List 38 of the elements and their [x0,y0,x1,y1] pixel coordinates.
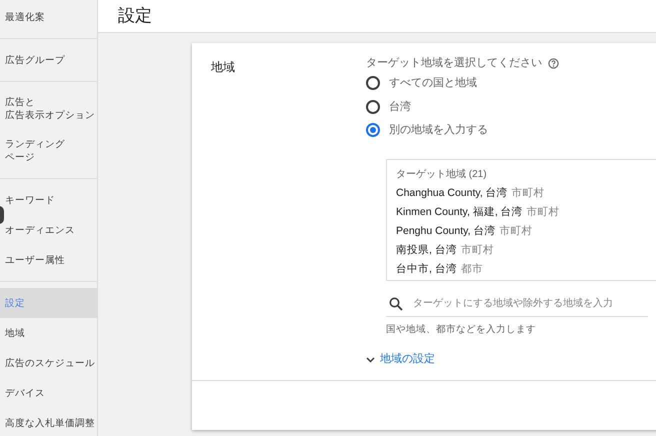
sidebar-item[interactable]: キーワード [0,185,97,215]
search-field[interactable]: ターゲットにする地域や除外する地域を入力 [386,291,648,317]
radio-label: 台湾 [389,100,411,114]
section-label: 地域 [211,60,235,74]
sidebar-item[interactable]: 高度な入札単価調整 [0,408,97,436]
location-type: 市町村 [512,187,545,200]
prompt-text: ターゲット地域を選択してください [366,56,542,71]
sidebar-item[interactable]: 広告のスケジュール [0,348,97,378]
sidebar-item[interactable]: ランディング ページ [0,130,97,172]
radio-label: 別の地域を入力する [389,123,488,138]
location-name: Penghu County, 台湾 [396,225,496,238]
list-heading: ターゲット地域 (21) [396,168,488,181]
location-type: 市町村 [499,225,532,238]
search-hint: 国や地域、都市などを入力します [386,323,537,337]
radio-button[interactable] [366,123,380,138]
radio-button[interactable] [366,100,380,114]
sidebar-item[interactable]: 広告グループ [0,45,97,75]
location-settings-link[interactable]: 地域の設定 [366,351,435,368]
search-icon [389,296,403,310]
sidebar-item[interactable]: 地域 [0,318,97,348]
sidebar-item[interactable]: デバイス [0,378,97,408]
radio-button[interactable] [366,76,380,90]
location-name: Changhua County, 台湾 [396,187,508,200]
sidebar-item[interactable]: 広告と 広告表示オプション [0,88,97,130]
location-type: 都市 [460,263,483,276]
sidebar-item[interactable]: ユーザー属性 [0,245,97,275]
page-title: 設定 [118,5,152,28]
radio-label: すべての国と地域 [389,76,477,91]
location-name: 南投県, 台湾 [396,244,457,257]
location-type: 市町村 [460,244,494,257]
help-icon[interactable] [548,58,559,69]
sidebar-item[interactable]: 最適化案 [0,2,97,32]
chevron-down-icon [366,356,375,362]
location-name: 台中市, 台湾 [396,263,457,276]
location-type: 市町村 [526,206,560,219]
search-input[interactable]: ターゲットにする地域や除外する地域を入力 [413,296,645,311]
location-name: Kinmen County, 福建, 台湾 [396,206,523,219]
sidebar-item[interactable]: オーディエンス [0,215,97,245]
